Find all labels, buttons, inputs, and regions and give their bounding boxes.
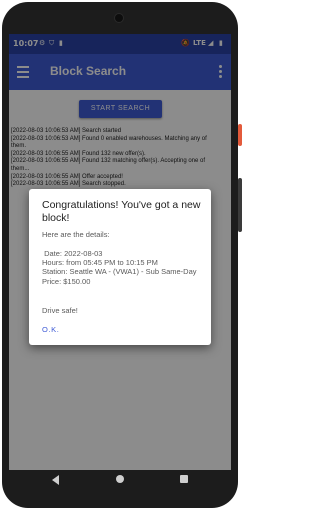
power-button: [238, 124, 242, 146]
detail-date: Date: 2022-08-03: [42, 249, 103, 258]
dialog-intro: Here are the details:: [42, 230, 110, 239]
recent-apps-icon[interactable]: [180, 475, 188, 483]
detail-price: Price: $150.00: [42, 276, 91, 286]
dialog-title: Congratulations! You've got a new block!: [42, 199, 201, 224]
back-icon[interactable]: [52, 475, 59, 485]
dialog-outro: Drive safe!: [42, 306, 78, 315]
dialog-details: Date: 2022-08-03 Hours: from 05:45 PM to…: [42, 249, 207, 286]
new-block-dialog: Congratulations! You've got a new block!…: [29, 189, 211, 345]
volume-button: [238, 178, 242, 232]
detail-hours: Hours: from 05:45 PM to 10:15 PM: [42, 258, 158, 268]
detail-station: Station: Seattle WA - (VWA1) - Sub Same-…: [42, 267, 197, 277]
phone-frame: 10:07 ⚙ ⛉ ▮ 🔕 LTE ◢ ▮ Block Search START…: [0, 0, 242, 512]
navigation-bar: [9, 470, 231, 496]
home-icon[interactable]: [116, 475, 124, 483]
ok-button[interactable]: O.K.: [42, 325, 59, 334]
front-camera: [115, 14, 123, 22]
